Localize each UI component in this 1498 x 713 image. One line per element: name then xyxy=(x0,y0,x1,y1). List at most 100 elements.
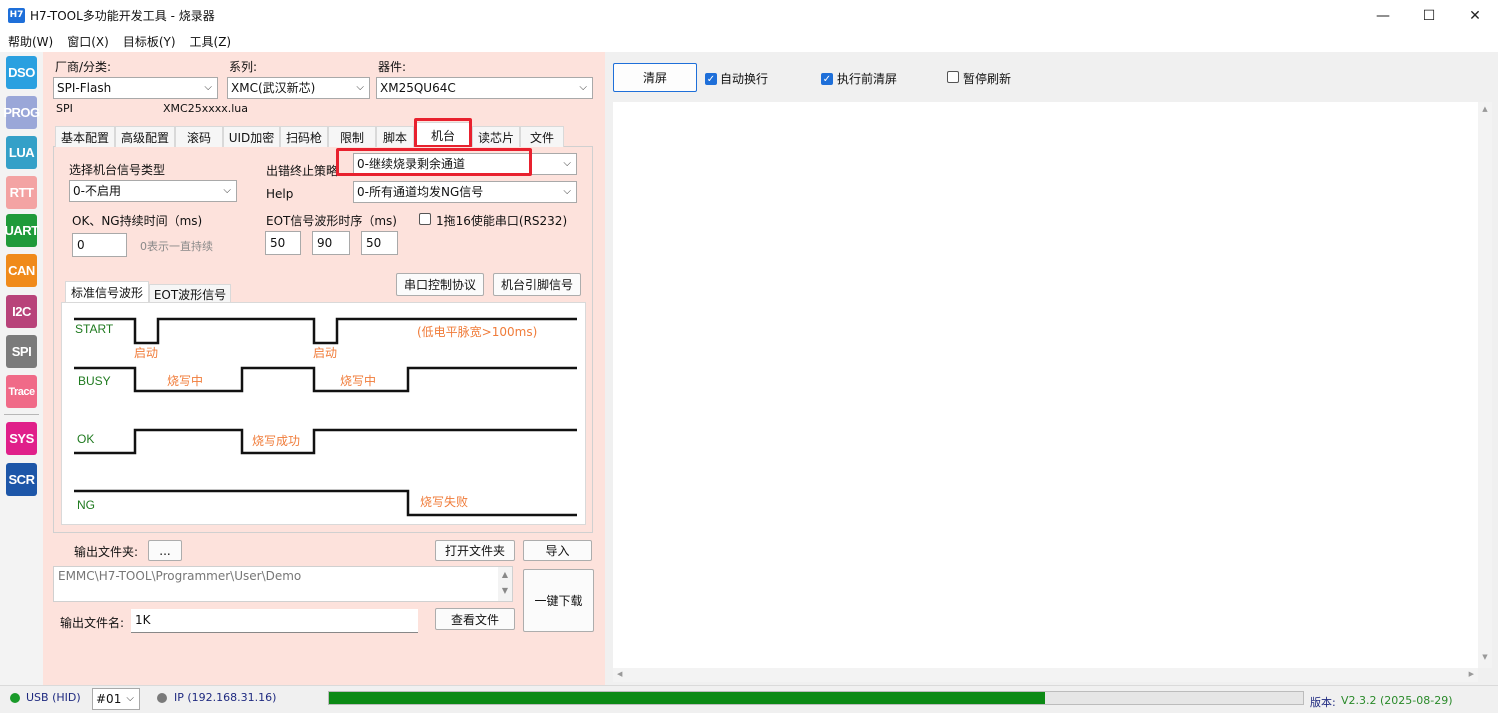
sidebar-lua-button[interactable]: LUA xyxy=(6,136,37,169)
chevron-down-icon: ⌵ xyxy=(356,82,364,93)
serial-enable-checkbox[interactable] xyxy=(419,213,431,228)
chevron-down-icon: ⌵ xyxy=(563,186,571,197)
signal-ok-label: OK xyxy=(77,432,95,446)
signal-type-select[interactable]: 0-不启用 ⌵ xyxy=(69,180,237,202)
help-label: Help xyxy=(266,187,294,201)
chevron-down-icon: ⌵ xyxy=(563,158,571,169)
duration-input[interactable]: 0 xyxy=(72,233,127,257)
tab-scanner[interactable]: 扫码枪 xyxy=(280,126,328,147)
output-path-box[interactable]: EMMC\H7-TOOL\Programmer\User\Demo ▲ ▼ xyxy=(53,566,513,602)
busy-annotation-2: 烧写中 xyxy=(340,374,377,388)
pin-signal-button[interactable]: 机台引脚信号 xyxy=(493,273,581,296)
eot-label: EOT信号波形时序（ms) xyxy=(266,214,397,228)
ng-annotation: 烧写失败 xyxy=(420,495,469,509)
check-icon: ✓ xyxy=(821,73,833,85)
output-folder-label: 输出文件夹: xyxy=(74,545,139,559)
pause-refresh-label: 暂停刷新 xyxy=(963,72,1012,86)
menu-bar: 帮助(W) 窗口(X) 目标板(Y) 工具(Z) xyxy=(0,31,1498,52)
check-icon: ✓ xyxy=(705,73,717,85)
ip-status: IP (192.168.31.16) xyxy=(174,691,277,704)
tab-advanced-config[interactable]: 高级配置 xyxy=(115,126,175,147)
tab-uid-encrypt[interactable]: UID加密 xyxy=(223,126,280,147)
version-value: V2.3.2 (2025-08-29) xyxy=(1341,694,1453,707)
serial-enable-label: 1拖16使能串口(RS232) xyxy=(436,214,568,228)
output-filename-input[interactable]: 1K xyxy=(131,609,418,633)
menu-help[interactable]: 帮助(W) xyxy=(8,33,53,50)
clear-screen-button[interactable]: 清屏 xyxy=(613,63,697,92)
auto-wrap-label: 自动换行 xyxy=(720,72,769,86)
progress-bar xyxy=(328,691,1304,705)
part-select[interactable]: XM25QU64C ⌵ xyxy=(376,77,593,99)
browse-folder-button[interactable]: ... xyxy=(148,540,182,561)
serial-protocol-button[interactable]: 串口控制协议 xyxy=(396,273,484,296)
busy-annotation-1: 烧写中 xyxy=(167,374,204,388)
eot-input-2[interactable]: 90 xyxy=(312,231,350,255)
close-icon[interactable]: ✕ xyxy=(1452,0,1498,31)
sidebar-rtt-button[interactable]: RTT xyxy=(6,176,37,209)
app-icon: H7 xyxy=(8,8,25,23)
clear-before-run-checkbox[interactable]: ✓ xyxy=(821,71,833,85)
path-scrollbar[interactable]: ▲ ▼ xyxy=(498,567,512,601)
lua-file: XMC25xxxx.lua xyxy=(163,102,249,115)
progress-fill xyxy=(329,692,1045,704)
tab-script[interactable]: 脚本 xyxy=(376,126,414,147)
sidebar-dso-button[interactable]: DSO xyxy=(6,56,37,89)
import-button[interactable]: 导入 xyxy=(523,540,592,561)
subtab-eot-waveform[interactable]: EOT波形信号 xyxy=(149,284,231,304)
log-output[interactable] xyxy=(613,102,1478,668)
pause-refresh-checkbox[interactable] xyxy=(947,71,959,86)
tab-read-chip[interactable]: 读芯片 xyxy=(472,126,520,147)
sidebar-spi-button[interactable]: SPI xyxy=(6,335,37,368)
sidebar-i2c-button[interactable]: I2C xyxy=(6,295,37,328)
vendor-label: 厂商/分类: xyxy=(55,60,112,74)
log-horizontal-scrollbar[interactable]: ◀ ▶ xyxy=(613,668,1478,682)
help-select[interactable]: 0-所有通道均发NG信号 ⌵ xyxy=(353,181,577,203)
channel-select[interactable]: #01 ⌵ xyxy=(92,688,140,710)
series-label: 系列: xyxy=(229,60,258,74)
sidebar-can-button[interactable]: CAN xyxy=(6,254,37,287)
subtab-standard-waveform[interactable]: 标准信号波形 xyxy=(65,281,149,303)
eot-input-1[interactable]: 50 xyxy=(265,231,301,255)
ip-status-dot xyxy=(157,692,167,706)
output-path: EMMC\H7-TOOL\Programmer\User\Demo xyxy=(58,569,302,583)
menu-target-board[interactable]: 目标板(Y) xyxy=(123,33,176,50)
scroll-left-icon[interactable]: ◀ xyxy=(617,670,622,678)
sidebar-trace-button[interactable]: Trace xyxy=(6,375,37,408)
sidebar-sys-button[interactable]: SYS xyxy=(6,422,37,455)
series-select[interactable]: XMC(武汉新芯) ⌵ xyxy=(227,77,370,99)
version-label: 版本: xyxy=(1310,696,1336,709)
duration-hint: 0表示一直持续 xyxy=(140,240,213,253)
vendor-select[interactable]: SPI-Flash ⌵ xyxy=(53,77,218,99)
signal-type-label: 选择机台信号类型 xyxy=(69,163,166,177)
maximize-icon[interactable]: ☐ xyxy=(1406,0,1452,31)
title-bar: H7 H7-TOOL多功能开发工具 - 烧录器 — ☐ ✕ xyxy=(0,0,1498,31)
log-vertical-scrollbar[interactable]: ▲ xyxy=(1478,102,1492,668)
bus-type: SPI xyxy=(56,102,73,115)
window-title: H7-TOOL多功能开发工具 - 烧录器 xyxy=(30,9,215,23)
one-click-download-button[interactable]: 一键下载 xyxy=(523,569,594,632)
chevron-down-icon: ⌵ xyxy=(126,693,134,704)
chevron-down-icon: ⌵ xyxy=(223,185,231,196)
view-file-button[interactable]: 查看文件 xyxy=(435,608,515,630)
minimize-icon[interactable]: — xyxy=(1360,0,1406,31)
sidebar-prog-button[interactable]: PROG xyxy=(3,96,40,129)
start-annotation-1: 启动 xyxy=(134,346,159,360)
highlight-box xyxy=(414,118,472,148)
scroll-down-icon[interactable]: ▼ xyxy=(1478,653,1492,661)
tab-basic-config[interactable]: 基本配置 xyxy=(55,126,115,147)
chevron-down-icon: ⌵ xyxy=(579,82,587,93)
ok-annotation: 烧写成功 xyxy=(252,434,301,448)
scroll-up-icon[interactable]: ▲ xyxy=(1478,102,1492,113)
tab-rolling-code[interactable]: 滚码 xyxy=(175,126,223,147)
menu-window[interactable]: 窗口(X) xyxy=(67,33,109,50)
sidebar-scr-button[interactable]: SCR xyxy=(6,463,37,496)
signal-start-label: START xyxy=(75,322,114,336)
sidebar-uart-button[interactable]: UART xyxy=(4,214,39,247)
menu-tools[interactable]: 工具(Z) xyxy=(190,33,232,50)
eot-input-3[interactable]: 50 xyxy=(361,231,398,255)
scroll-right-icon[interactable]: ▶ xyxy=(1469,670,1474,678)
open-folder-button[interactable]: 打开文件夹 xyxy=(435,540,515,561)
tab-limit[interactable]: 限制 xyxy=(328,126,376,147)
tab-file[interactable]: 文件 xyxy=(520,126,564,147)
auto-wrap-checkbox[interactable]: ✓ xyxy=(705,71,717,85)
